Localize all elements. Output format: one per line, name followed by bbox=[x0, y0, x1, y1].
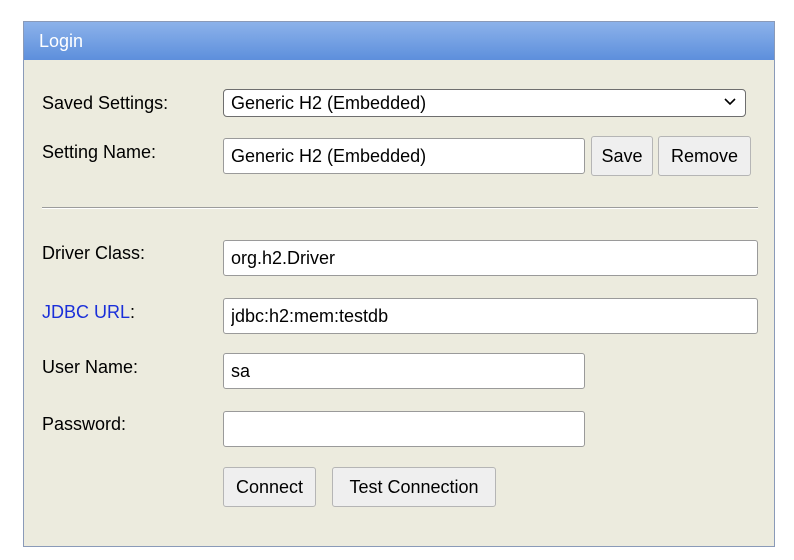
setting-name-input[interactable] bbox=[223, 138, 585, 174]
user-name-input[interactable] bbox=[223, 353, 585, 389]
remove-button[interactable]: Remove bbox=[658, 136, 751, 176]
chevron-down-icon bbox=[724, 98, 736, 106]
jdbc-url-help-link[interactable]: JDBC URL bbox=[42, 302, 130, 322]
jdbc-url-input[interactable] bbox=[223, 298, 758, 334]
user-name-label: User Name: bbox=[42, 357, 139, 377]
jdbc-url-label: JDBC URL: bbox=[42, 302, 135, 323]
password-label: Password: bbox=[42, 414, 127, 434]
saved-settings-value: Generic H2 (Embedded) bbox=[231, 93, 427, 113]
jdbc-url-label-colon: : bbox=[130, 302, 136, 322]
driver-class-label: Driver Class: bbox=[42, 243, 146, 263]
login-panel: Login Saved Settings: Generic H2 (Embedd… bbox=[23, 21, 775, 547]
panel-title: Login bbox=[24, 22, 774, 60]
connect-button[interactable]: Connect bbox=[223, 467, 316, 507]
divider bbox=[42, 207, 758, 209]
driver-class-input[interactable] bbox=[223, 240, 758, 276]
saved-settings-select[interactable]: Generic H2 (Embedded) bbox=[223, 89, 746, 117]
password-input[interactable] bbox=[223, 411, 585, 447]
test-connection-button[interactable]: Test Connection bbox=[332, 467, 496, 507]
setting-name-label: Setting Name: bbox=[42, 142, 157, 162]
save-button[interactable]: Save bbox=[591, 136, 653, 176]
saved-settings-label: Saved Settings: bbox=[42, 93, 169, 113]
